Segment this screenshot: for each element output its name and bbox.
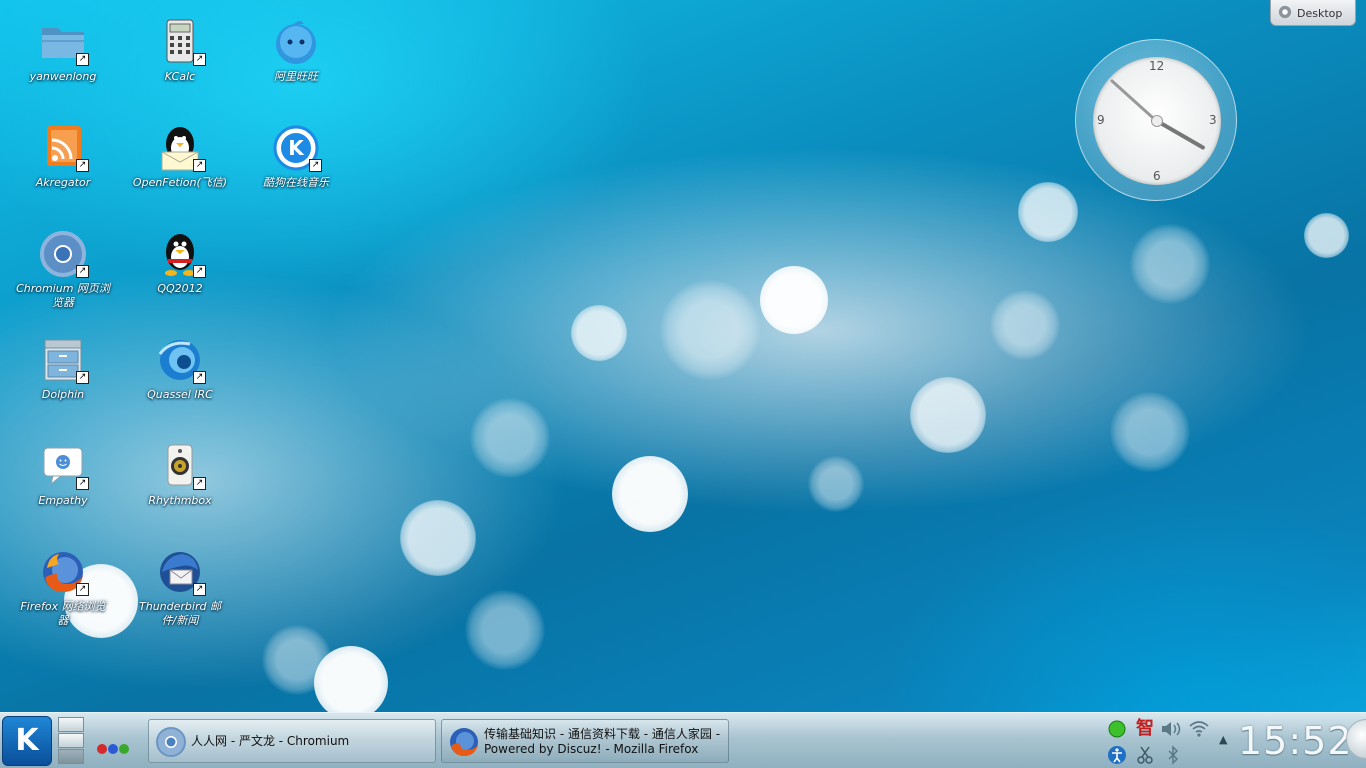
chromium-icon: [156, 727, 186, 757]
task-title: 人人网 - 严文龙 - Chromium: [191, 734, 350, 748]
desktop-icon-qq2012[interactable]: ↗ QQ2012: [132, 230, 228, 296]
volume-icon[interactable]: [1160, 719, 1182, 741]
pager-desktop-2[interactable]: [58, 733, 84, 748]
icon-label: Thunderbird 邮件/新闻: [139, 600, 221, 627]
aliwangwang-icon: [272, 18, 320, 66]
desktop-toolbox-label: Desktop: [1297, 7, 1343, 20]
system-tray: 智: [1104, 717, 1214, 765]
desktop-icon-openfetion[interactable]: ↗ OpenFetion(飞信): [132, 124, 228, 190]
icon-label: Firefox 网络浏览器: [20, 600, 106, 627]
clock-face: 12 3 6 9: [1093, 57, 1221, 185]
red-dot-icon: [97, 744, 107, 754]
tray-expand-arrow-icon[interactable]: ▲: [1219, 733, 1227, 746]
qq-penguin-icon: ↗: [156, 230, 206, 278]
task-chromium-window[interactable]: 人人网 - 严文龙 - Chromium: [148, 719, 436, 763]
activity-indicator[interactable]: [97, 739, 130, 758]
pager-desktop-3[interactable]: [58, 749, 84, 764]
desktop-icon-thunderbird[interactable]: ↗ Thunderbird 邮件/新闻: [132, 548, 228, 628]
desktop-icon-firefox[interactable]: ↗ Firefox 网络浏览器: [15, 548, 111, 628]
speaker-icon: ↗: [156, 442, 206, 490]
gear-icon: [1278, 5, 1292, 19]
folder-icon: ↗: [39, 18, 89, 66]
icon-label: Quassel IRC: [147, 388, 213, 401]
scissors-clipboard-icon[interactable]: [1134, 745, 1156, 767]
desktop-icon-aliwangwang[interactable]: 阿里旺旺: [248, 18, 344, 84]
desktop-icon-empathy[interactable]: ↗ Empathy: [15, 442, 111, 508]
pager-desktop-1[interactable]: [58, 717, 84, 732]
icon-label: Empathy: [38, 494, 88, 507]
accessibility-icon[interactable]: [1106, 745, 1128, 767]
bluetooth-icon[interactable]: [1162, 745, 1184, 767]
icon-label: Chromium 网页浏览器: [16, 282, 110, 309]
svg-text:K: K: [288, 136, 305, 160]
icon-label: QQ2012: [157, 282, 203, 295]
taskbar-panel: K 人人网 - 严文龙 - Chromium 传输基础知识 - 通信资料下载 -…: [0, 712, 1366, 768]
desktop-toolbox-button[interactable]: Desktop: [1270, 0, 1356, 26]
clock-minute-hand: [1109, 78, 1159, 123]
desktop-icon-quassel[interactable]: ↗ Quassel IRC: [132, 336, 228, 402]
kde-logo-icon: K: [15, 723, 39, 758]
desktop-icon-dolphin[interactable]: ↗ Dolphin: [15, 336, 111, 402]
clock-number-12: 12: [1149, 59, 1165, 73]
icon-label: 酷狗在线音乐: [263, 176, 329, 189]
wifi-icon[interactable]: [1188, 719, 1210, 741]
task-title: 传输基础知识 - 通信资料下载 - 通信人家园 - Powered by Dis…: [484, 727, 721, 756]
kugou-icon: K ↗: [272, 124, 322, 172]
clock-number-6: 6: [1153, 169, 1161, 183]
desktop-icon-rhythmbox[interactable]: ↗ Rhythmbox: [132, 442, 228, 508]
input-method-icon[interactable]: 智: [1134, 718, 1156, 740]
status-online-icon[interactable]: [1106, 719, 1128, 741]
analog-clock-widget[interactable]: 12 3 6 9: [1075, 39, 1237, 201]
calculator-icon: ↗: [156, 18, 206, 66]
rss-feed-icon: ↗: [39, 124, 89, 172]
chat-bubble-icon: ↗: [39, 442, 89, 490]
desktop-icon-kcalc[interactable]: ↗ KCalc: [132, 18, 228, 84]
firefox-icon: [450, 728, 478, 756]
file-cabinet-icon: ↗: [39, 336, 89, 384]
firefox-icon: ↗: [39, 548, 89, 596]
desktop-icon-kugou[interactable]: K ↗ 酷狗在线音乐: [248, 124, 344, 190]
penguin-mail-icon: ↗: [156, 124, 206, 172]
kickoff-menu-button[interactable]: K: [2, 716, 52, 766]
icon-label: OpenFetion(飞信): [132, 176, 228, 189]
chromium-icon: ↗: [39, 230, 89, 278]
quassel-icon: ↗: [156, 336, 206, 384]
virtual-desktop-pager[interactable]: [58, 717, 84, 765]
clock-number-9: 9: [1097, 113, 1105, 127]
task-firefox-window[interactable]: 传输基础知识 - 通信资料下载 - 通信人家园 - Powered by Dis…: [441, 719, 729, 763]
clock-center-hub: [1151, 115, 1163, 127]
thunderbird-icon: ↗: [156, 548, 206, 596]
green-dot-icon: [119, 744, 129, 754]
icon-label: Dolphin: [41, 388, 85, 401]
desktop-icon-akregator[interactable]: ↗ Akregator: [15, 124, 111, 190]
digital-clock[interactable]: 15:52: [1238, 719, 1353, 763]
blue-dot-icon: [108, 744, 118, 754]
icon-label: 阿里旺旺: [274, 70, 318, 83]
clock-number-3: 3: [1209, 113, 1217, 127]
icon-label: Akregator: [35, 176, 91, 189]
desktop-icon-yanwenlong[interactable]: ↗ yanwenlong: [15, 18, 111, 84]
desktop-icon-chromium[interactable]: ↗ Chromium 网页浏览器: [15, 230, 111, 310]
clock-hour-hand: [1156, 119, 1206, 151]
icon-label: yanwenlong: [29, 70, 97, 83]
icon-label: KCalc: [164, 70, 196, 83]
icon-label: Rhythmbox: [148, 494, 212, 507]
